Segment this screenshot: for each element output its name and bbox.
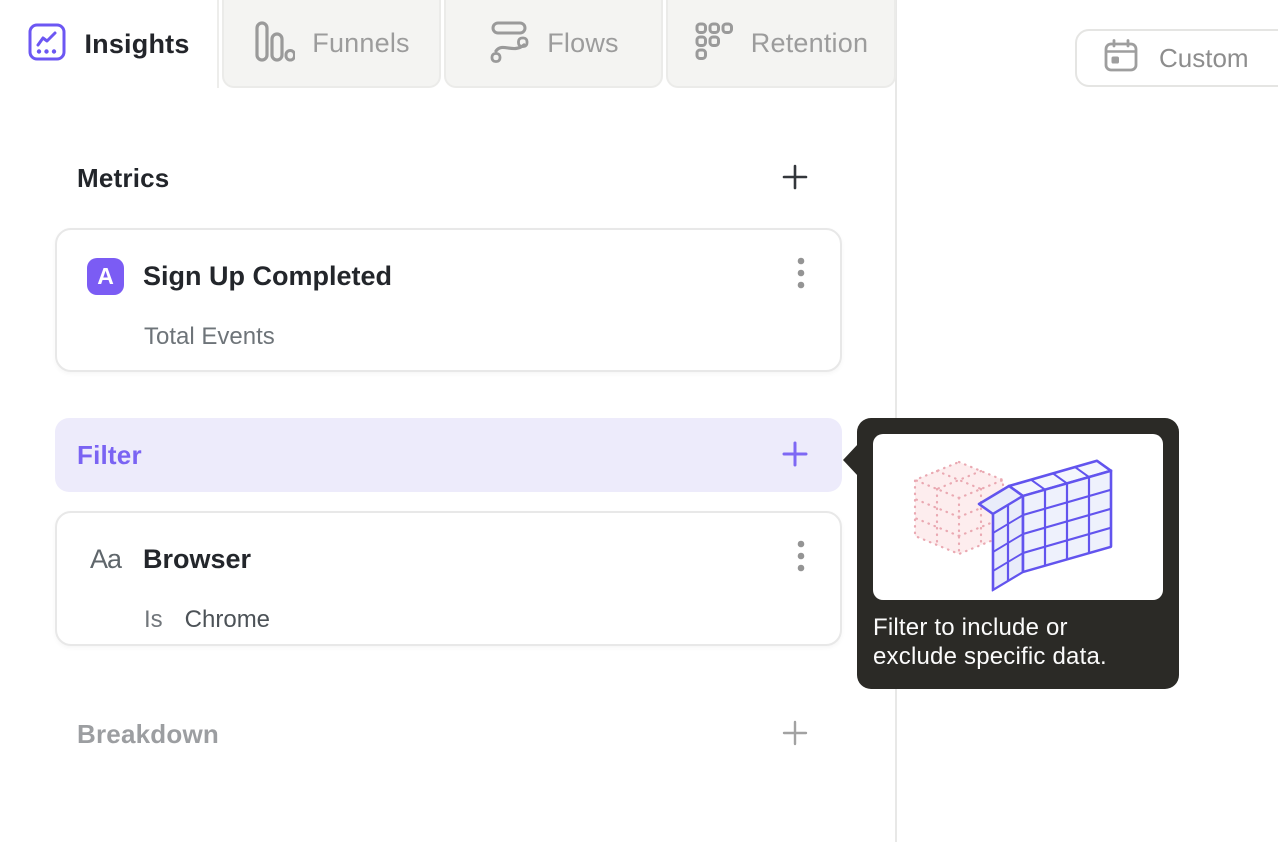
query-builder-panel: Insights Funnels Flows Retention Metrics…: [0, 0, 897, 842]
date-range-label: Custom: [1159, 42, 1249, 73]
kebab-icon: [797, 257, 805, 289]
metric-menu-button[interactable]: [792, 254, 810, 299]
plus-icon: [780, 718, 810, 751]
plus-icon: [780, 162, 810, 195]
add-filter-button[interactable]: [780, 439, 810, 472]
filter-section-title: Filter: [77, 439, 142, 470]
filter-tooltip: Filter to include or exclude specific da…: [843, 418, 1179, 689]
tab-funnels-label: Funnels: [312, 27, 410, 58]
metric-card[interactable]: A Sign Up Completed Total Events: [55, 228, 842, 372]
filter-operator[interactable]: Is: [144, 606, 163, 633]
metric-event-name: Sign Up Completed: [143, 261, 392, 291]
filter-card[interactable]: Aa Browser Is Chrome: [55, 511, 842, 646]
kebab-icon: [797, 540, 805, 572]
tooltip-arrow: [843, 444, 858, 476]
metrics-section-header: Metrics: [55, 152, 842, 204]
filter-cubes-illustration: [913, 459, 1113, 592]
insights-chart-icon: [27, 22, 67, 67]
tooltip-illustration: [873, 434, 1163, 600]
filter-property-name: Browser: [143, 544, 252, 574]
metrics-section-title: Metrics: [77, 162, 170, 193]
tab-insights[interactable]: Insights: [0, 0, 219, 88]
add-breakdown-button[interactable]: [780, 718, 810, 751]
breakdown-section-title: Breakdown: [77, 718, 219, 749]
retention-dots-icon: [694, 21, 734, 66]
tab-insights-label: Insights: [84, 28, 190, 59]
tab-flows[interactable]: Flows: [444, 0, 663, 88]
tooltip-text: Filter to include or exclude specific da…: [873, 614, 1107, 670]
filter-section-header[interactable]: Filter: [55, 418, 842, 492]
plus-icon: [780, 439, 810, 472]
tab-funnels[interactable]: Funnels: [222, 0, 441, 88]
filter-value[interactable]: Chrome: [185, 606, 270, 633]
tab-retention-label: Retention: [750, 27, 869, 58]
add-metric-button[interactable]: [780, 162, 810, 195]
date-range-custom-button[interactable]: Custom: [1075, 29, 1278, 87]
flows-wave-icon: [488, 19, 530, 68]
report-tabbar: Insights Funnels Flows Retention: [0, 0, 896, 88]
metric-aggregation[interactable]: Total Events: [144, 323, 810, 351]
breakdown-section-header: Breakdown: [55, 708, 842, 760]
calendar-icon: [1103, 38, 1139, 79]
tab-retention[interactable]: Retention: [666, 0, 896, 88]
metric-series-badge: A: [87, 258, 124, 295]
funnels-bars-icon: [253, 20, 297, 67]
filter-menu-button[interactable]: [792, 537, 810, 582]
tab-flows-label: Flows: [547, 27, 619, 58]
text-property-icon: Aa: [89, 544, 122, 574]
